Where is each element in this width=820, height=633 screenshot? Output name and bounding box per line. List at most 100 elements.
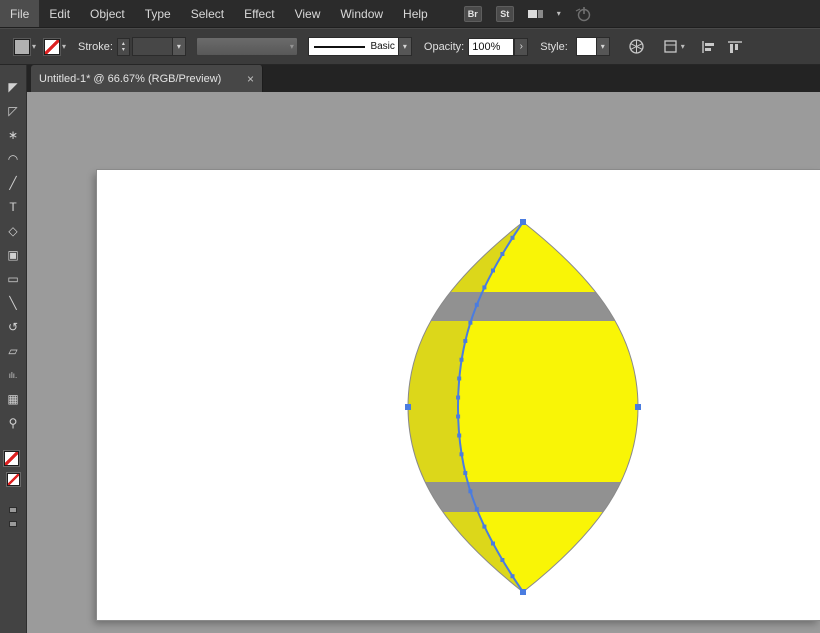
chevron-down-icon[interactable]: ▾: [557, 9, 561, 18]
pencil-tool[interactable]: ╲: [0, 291, 27, 315]
color-button[interactable]: [9, 507, 17, 513]
align-horizontal-button[interactable]: [701, 40, 717, 54]
publish-icon: [575, 6, 593, 22]
align-horizontal-icon: [701, 40, 717, 54]
shaper-tool[interactable]: ◇: [0, 219, 27, 243]
selection-handle-right[interactable]: [635, 404, 641, 410]
none-button[interactable]: [9, 521, 17, 527]
align-vertical-button[interactable]: [727, 40, 743, 54]
artboard-tool[interactable]: ▣: [0, 243, 27, 267]
anchor-point[interactable]: [475, 303, 479, 307]
lasso-tool[interactable]: ◠: [0, 147, 27, 171]
anchor-point[interactable]: [460, 452, 464, 456]
anchor-point[interactable]: [482, 525, 486, 529]
magic-wand-tool-icon: ∗: [8, 128, 18, 142]
graph-tool-icon: ılı.: [9, 371, 17, 380]
menu-item-effect[interactable]: Effect: [234, 0, 284, 27]
fill-color-combo[interactable]: ▾: [14, 39, 36, 55]
anchor-point[interactable]: [511, 236, 515, 240]
menu-item-file[interactable]: File: [0, 0, 39, 27]
recolor-artwork-button[interactable]: [628, 38, 645, 55]
stripe-bottom[interactable]: [397, 482, 649, 512]
bridge-button[interactable]: Br: [464, 6, 482, 22]
anchor-point[interactable]: [500, 558, 504, 562]
brush-definition-combo[interactable]: Basic ▾: [308, 37, 412, 56]
rectangle-tool[interactable]: ▭: [0, 267, 27, 291]
zoom-tool[interactable]: ⚲: [0, 411, 27, 435]
selection-handle-left[interactable]: [405, 404, 411, 410]
graph-tool[interactable]: ılı.: [0, 363, 27, 387]
stroke-width-stepper[interactable]: ▴ ▾: [117, 38, 130, 56]
align-vertical-icon: [727, 40, 743, 54]
width-profile-dropdown[interactable]: ▾: [196, 37, 298, 56]
document-setup-dropdown[interactable]: ▾: [663, 39, 685, 54]
anchor-point[interactable]: [511, 574, 515, 578]
mesh-tool[interactable]: ▦: [0, 387, 27, 411]
opacity-input[interactable]: [468, 38, 514, 56]
type-tool[interactable]: T: [0, 195, 27, 219]
anchor-point[interactable]: [463, 471, 467, 475]
menu-item-object[interactable]: Object: [80, 0, 135, 27]
fill-none-swatch[interactable]: [4, 451, 19, 466]
chevron-down-icon: ▾: [681, 42, 685, 51]
stroke-label: Stroke:: [78, 41, 113, 53]
anchor-point[interactable]: [456, 415, 460, 419]
menu-item-select[interactable]: Select: [181, 0, 234, 27]
menu-item-help[interactable]: Help: [393, 0, 438, 27]
pen-tool-icon: ╱: [9, 176, 16, 190]
chevron-down-icon[interactable]: ▾: [596, 38, 609, 55]
stripe-top[interactable]: [397, 292, 649, 321]
chevron-down-icon[interactable]: ▾: [398, 38, 411, 55]
anchor-point[interactable]: [468, 489, 472, 493]
anchor-point[interactable]: [500, 252, 504, 256]
anchor-point[interactable]: [468, 321, 472, 325]
pen-tool[interactable]: ╱: [0, 171, 27, 195]
arrange-documents-icon[interactable]: [528, 10, 543, 18]
close-icon[interactable]: ×: [247, 72, 254, 86]
stroke-width-combo[interactable]: ▾: [132, 37, 186, 56]
anchor-point[interactable]: [460, 358, 464, 362]
scale-tool-icon: ▱: [8, 344, 17, 358]
document-tab[interactable]: Untitled-1* @ 66.67% (RGB/Preview) ×: [31, 65, 263, 92]
menu-item-type[interactable]: Type: [135, 0, 181, 27]
stroke-color-combo[interactable]: ▾: [44, 39, 66, 55]
direct-selection-tool[interactable]: ◸: [0, 99, 27, 123]
stroke-none-swatch[interactable]: [44, 39, 60, 55]
color-mode-buttons: [0, 507, 26, 527]
anchor-point[interactable]: [491, 542, 495, 546]
style-label: Style:: [540, 41, 568, 53]
color-wheel-icon: [628, 38, 645, 55]
selection-handle-bottom[interactable]: [520, 589, 526, 595]
scale-tool[interactable]: ▱: [0, 339, 27, 363]
stock-button[interactable]: St: [496, 6, 514, 22]
anchor-point[interactable]: [463, 339, 467, 343]
anchor-point[interactable]: [475, 507, 479, 511]
rotate-tool[interactable]: ↺: [0, 315, 27, 339]
magic-wand-tool[interactable]: ∗: [0, 123, 27, 147]
graphic-style-combo[interactable]: ▾: [576, 37, 610, 56]
anchor-point[interactable]: [491, 269, 495, 273]
selection-handle-top[interactable]: [520, 219, 526, 225]
fill-swatch[interactable]: [14, 39, 30, 55]
anchor-point[interactable]: [457, 377, 461, 381]
opacity-expand-button[interactable]: ›: [514, 38, 528, 56]
menu-item-view[interactable]: View: [285, 0, 331, 27]
tools-panel: ◤ ◸ ∗ ◠ ╱ T ◇ ▣ ▭ ╲ ↺ ▱ ılı. ▦⚲: [0, 65, 27, 633]
brush-name: Basic: [370, 41, 394, 52]
arrange-documents-icon-left: [528, 10, 537, 18]
rectangle-tool-icon: ▭: [7, 272, 18, 286]
shaper-tool-icon: ◇: [8, 224, 17, 238]
stepper-down-icon[interactable]: ▾: [122, 47, 125, 53]
anchor-point[interactable]: [456, 396, 460, 400]
document-tab-bar: Untitled-1* @ 66.67% (RGB/Preview) ×: [27, 65, 820, 92]
menu-item-edit[interactable]: Edit: [39, 0, 80, 27]
pencil-tool-icon: ╲: [9, 296, 16, 310]
anchor-point[interactable]: [482, 285, 486, 289]
menu-item-window[interactable]: Window: [330, 0, 393, 27]
selection-tool[interactable]: ◤: [0, 75, 27, 99]
anchor-point[interactable]: [457, 434, 461, 438]
brush-stroke-preview: [314, 46, 366, 48]
selection-tool-icon: ◤: [8, 80, 17, 94]
stroke-none-swatch[interactable]: [7, 473, 20, 486]
chevron-down-icon[interactable]: ▾: [172, 38, 185, 55]
